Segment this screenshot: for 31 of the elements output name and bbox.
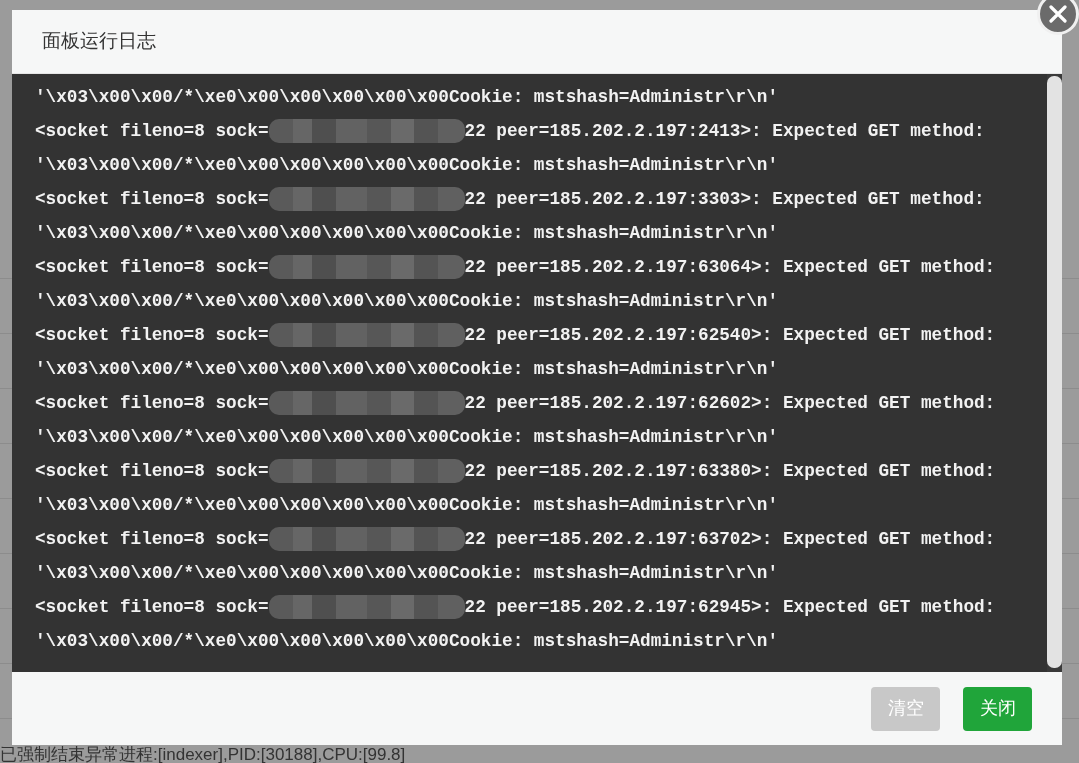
log-line-text: 22 peer=185.202.2.197:2413>: Expected GET method: bbox=[464, 120, 985, 143]
log-line-text: 22 peer=185.202.2.197:63702>: Expected GET method: bbox=[464, 528, 996, 551]
log-line-text: '\x03\x00\x00/*\xe0\x00\x00\x00\x00\x00Cookie: mstshash=Administr\r\n' bbox=[35, 630, 778, 653]
close-icon bbox=[1049, 5, 1067, 23]
log-line-text: '\x03\x00\x00/*\xe0\x00\x00\x00\x00\x00Cookie: mstshash=Administr\r\n' bbox=[35, 562, 778, 585]
log-line-text: '\x03\x00\x00/*\xe0\x00\x00\x00\x00\x00Cookie: mstshash=Administr\r\n' bbox=[35, 154, 778, 177]
log-line-text: <socket fileno=8 sock= bbox=[35, 256, 269, 279]
log-line-text: 22 peer=185.202.2.197:62540>: Expected GET method: bbox=[464, 324, 996, 347]
dialog-title: 面板运行日志 bbox=[42, 29, 156, 54]
log-line-text: <socket fileno=8 sock= bbox=[35, 528, 269, 551]
log-line-text: 22 peer=185.202.2.197:3303>: Expected GET method: bbox=[464, 188, 985, 211]
log-line-text: <socket fileno=8 sock= bbox=[35, 596, 269, 619]
log-line-text: '\x03\x00\x00/*\xe0\x00\x00\x00\x00\x00Cookie: mstshash=Administr\r\n' bbox=[35, 86, 778, 109]
log-line-text: <socket fileno=8 sock= bbox=[35, 324, 269, 347]
log-line-text: '\x03\x00\x00/*\xe0\x00\x00\x00\x00\x00Cookie: mstshash=Administr\r\n' bbox=[35, 426, 778, 449]
close-button[interactable] bbox=[1037, 0, 1079, 35]
log-line-text: 22 peer=185.202.2.197:62602>: Expected GET method: bbox=[464, 392, 996, 415]
log-line-text: 22 peer=185.202.2.197:62945>: Expected GET method: bbox=[464, 596, 996, 619]
log-line-text: <socket fileno=8 sock= bbox=[35, 120, 269, 143]
log-line-text: '\x03\x00\x00/*\xe0\x00\x00\x00\x00\x00Cookie: mstshash=Administr\r\n' bbox=[35, 358, 778, 381]
log-line-text: <socket fileno=8 sock= bbox=[35, 460, 269, 483]
log-line-text: '\x03\x00\x00/*\xe0\x00\x00\x00\x00\x00Cookie: mstshash=Administr\r\n' bbox=[35, 494, 778, 517]
scrollbar[interactable] bbox=[1047, 74, 1062, 672]
log-line-text: <socket fileno=8 sock= bbox=[35, 392, 269, 415]
log-line-text: 22 peer=185.202.2.197:63380>: Expected GET method: bbox=[464, 460, 996, 483]
log-line-text: '\x03\x00\x00/*\xe0\x00\x00\x00\x00\x00Cookie: mstshash=Administr\r\n' bbox=[35, 222, 778, 245]
log-line-text: '\x03\x00\x00/*\xe0\x00\x00\x00\x00\x00Cookie: mstshash=Administr\r\n' bbox=[35, 290, 778, 313]
log-line-text: <socket fileno=8 sock= bbox=[35, 188, 269, 211]
close-dialog-button[interactable]: 关闭 bbox=[963, 686, 1032, 731]
log-line-text: 22 peer=185.202.2.197:63064>: Expected GET method: bbox=[464, 256, 996, 279]
log-message: 已强制结束异常进程:[indexer],PID:[30188],CPU:[99.8] bbox=[0, 746, 406, 763]
